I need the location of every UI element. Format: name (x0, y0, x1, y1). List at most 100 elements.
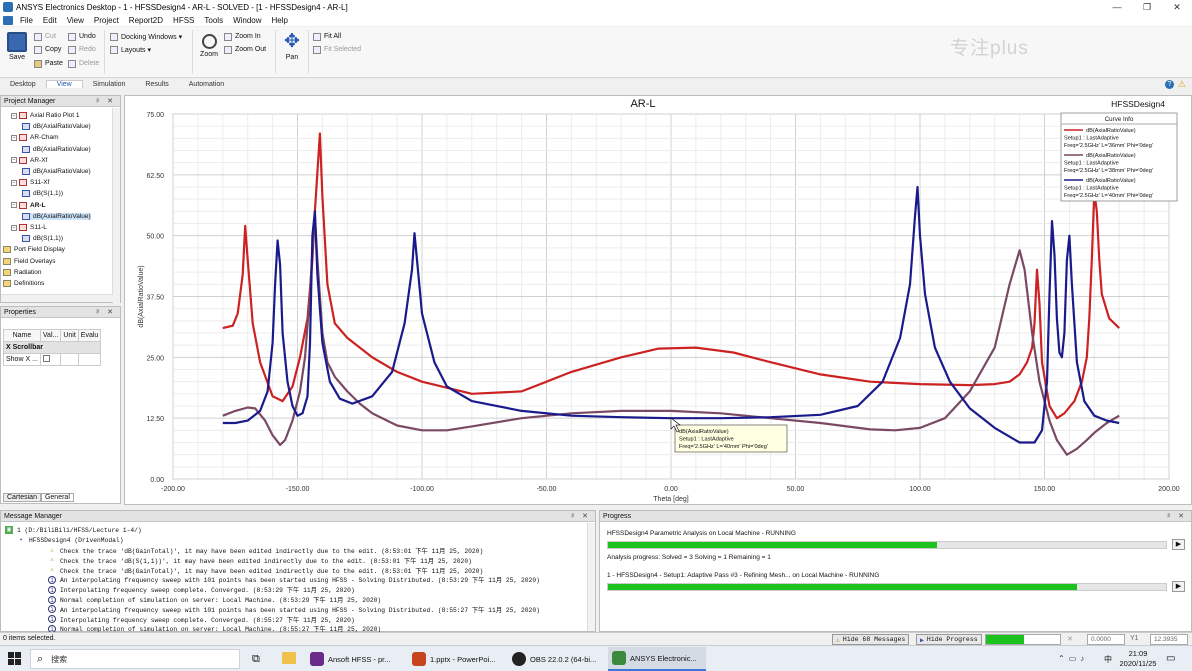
tree-item[interactable]: − S11-Xf (11, 179, 49, 187)
notification-icon[interactable]: ▭ (1166, 653, 1175, 664)
collapse-icon[interactable]: − (11, 112, 17, 119)
warning-message[interactable]: ⚠ Check the trace 'dB(GainTotal)', it may… (48, 546, 483, 556)
info-message[interactable]: i Interpolating frequency sweep complete.… (48, 615, 355, 624)
collapse-icon[interactable]: − (11, 224, 17, 231)
layouts-button[interactable]: Layouts ▾ (110, 44, 151, 55)
cut-button[interactable]: Cut (34, 31, 56, 42)
docking-windows-button[interactable]: Docking Windows ▾ (110, 31, 182, 42)
menu-tools[interactable]: Tools (199, 16, 228, 25)
menu-view[interactable]: View (62, 16, 89, 25)
info-message[interactable]: i Interpolating frequency sweep complete.… (48, 585, 355, 594)
warning-message[interactable]: ⚠ Check the trace 'dB(GainTotal)', it may… (48, 566, 483, 575)
tree-item[interactable]: dB(AxialRatioValue) (22, 145, 91, 153)
stop-icon[interactable]: ✕ (1067, 635, 1073, 643)
windows-start-icon[interactable] (8, 652, 22, 666)
pane-controls[interactable]: ᵖ ✕ (1168, 512, 1187, 520)
menu-edit[interactable]: Edit (38, 16, 62, 25)
tree-item[interactable]: dB(AxialRatioValue) (22, 212, 91, 220)
tree-item[interactable]: dB(S(1,1)) (22, 190, 63, 198)
job2-expand-button[interactable]: ▶ (1172, 581, 1185, 592)
collapse-icon[interactable]: − (11, 157, 17, 164)
tree-item[interactable]: dB(AxialRatioValue) (22, 123, 91, 131)
menu-window[interactable]: Window (228, 16, 266, 25)
zoom-in-button[interactable]: Zoom In (224, 31, 261, 42)
collapse-icon[interactable]: − (11, 202, 17, 209)
warning-message[interactable]: ⚠ Check the trace 'dB(S(1,1))', it may ha… (48, 556, 472, 565)
horizontal-scrollbar[interactable] (1, 294, 113, 302)
taskbar-app-powerpoint[interactable]: 1.pptx - PowerPoi... (408, 647, 506, 671)
hide-messages-button[interactable]: ⚠ Hide 68 Messages (832, 634, 910, 645)
message-scrollbar[interactable] (587, 523, 595, 631)
copy-button[interactable]: Copy (34, 44, 61, 55)
maximize-button[interactable]: ❐ (1132, 2, 1162, 13)
tree-item[interactable]: − Axial Ratio Plot 1 (11, 112, 80, 119)
tab-general[interactable]: General (40, 493, 74, 502)
tree-item[interactable]: − AR-Xf (11, 156, 47, 164)
tab-automation[interactable]: Automation (179, 81, 234, 88)
collapse-icon[interactable]: − (11, 179, 17, 186)
paste-button[interactable]: Paste (34, 58, 63, 69)
column-unit[interactable]: Unit (60, 329, 79, 342)
ar-l-chart[interactable]: -200.00 -150.00 -100.00 -50.00 0.00 50.00 100.… (125, 96, 1191, 504)
menu-report2d[interactable]: Report2D (124, 16, 168, 25)
pane-controls[interactable]: ᵖ ✕ (572, 512, 591, 520)
help-icon[interactable]: ? (1164, 79, 1174, 89)
taskbar-app-obs[interactable]: OBS 22.0.2 (64-bi... (508, 647, 606, 671)
warning-icon[interactable]: ⚠ (1178, 79, 1186, 90)
app-menu-icon[interactable] (3, 15, 13, 25)
menu-hfss[interactable]: HFSS (168, 16, 199, 25)
file-explorer-icon[interactable] (282, 652, 296, 664)
undo-button[interactable]: Undo (68, 31, 96, 42)
tab-view[interactable]: View (45, 80, 83, 88)
task-view-icon[interactable]: ⧉ (252, 653, 260, 666)
show-x-checkbox[interactable] (42, 355, 50, 362)
vertical-scrollbar[interactable] (112, 108, 120, 304)
message-tree-root[interactable]: ▣ 1 (D:/BiliBili/HFSS/Lecture 1-4/) (5, 526, 142, 534)
delete-button[interactable]: Delete (68, 58, 99, 69)
info-message[interactable]: i An interpolating frequency sweep with 1… (48, 575, 540, 584)
fit-selected-button[interactable]: Fit Selected (313, 44, 361, 55)
tree-item[interactable]: Definitions (3, 280, 44, 287)
column-evaluated[interactable]: Evalu (77, 329, 102, 342)
tree-item[interactable]: − AR-Cham (11, 134, 59, 142)
info-message[interactable]: i An interpolating frequency sweep with 1… (48, 605, 540, 614)
tree-item[interactable]: Port Field Display (3, 246, 65, 254)
menu-project[interactable]: Project (89, 16, 124, 25)
zoom-button[interactable]: Zoom (197, 32, 221, 58)
y-tick-label: 75.00 (146, 112, 164, 119)
tab-desktop[interactable]: Desktop (0, 81, 46, 88)
menu-help[interactable]: Help (267, 16, 293, 25)
tree-item[interactable]: dB(S(1,1)) (22, 235, 63, 243)
taskbar-app-ansys[interactable]: ANSYS Electronic... (608, 647, 706, 671)
taskbar-search-box[interactable]: ⌕ 搜索 (30, 649, 240, 669)
save-button[interactable]: Save (4, 32, 30, 61)
tree-item[interactable]: − AR-L (11, 201, 46, 209)
zoom-out-button[interactable]: Zoom Out (224, 44, 266, 55)
pan-button[interactable]: ✥ Pan (280, 32, 304, 62)
info-message[interactable]: i Normal completion of simulation on serv… (48, 595, 381, 604)
tree-item[interactable]: Radiation (3, 268, 41, 276)
tab-cartesian[interactable]: Cartesian (3, 493, 41, 502)
taskbar-app-hfss[interactable]: Ansoft HFSS - pr... (306, 647, 404, 671)
column-value[interactable]: Val... (39, 329, 62, 342)
tree-item[interactable]: − S11-L (11, 224, 47, 231)
collapse-icon[interactable]: − (11, 134, 17, 141)
pane-controls[interactable]: ᵖ ✕ (97, 308, 116, 316)
tab-results[interactable]: Results (135, 81, 178, 88)
pane-controls[interactable]: ᵖ ✕ (97, 97, 116, 105)
ime-indicator[interactable]: 中 (1104, 654, 1112, 665)
tab-simulation[interactable]: Simulation (83, 81, 136, 88)
message-tree-design[interactable]: ✦ HFSSDesign4 (DrivenModal) (17, 536, 123, 544)
menu-file[interactable]: File (15, 16, 38, 25)
fit-all-button[interactable]: Fit All (313, 31, 341, 42)
taskbar-clock[interactable]: 21:09 2020/11/25 (1118, 649, 1158, 669)
hide-progress-button[interactable]: ▶ Hide Progress (916, 634, 982, 645)
close-button[interactable]: ✕ (1162, 2, 1192, 13)
minimize-button[interactable]: — (1102, 2, 1132, 12)
column-name[interactable]: Name (3, 329, 41, 342)
system-tray-icons[interactable]: ⌃▭♪ (1058, 654, 1088, 663)
redo-button[interactable]: Redo (68, 44, 96, 55)
tree-item[interactable]: dB(AxialRatioValue) (22, 168, 91, 175)
tree-item[interactable]: Field Overlays (3, 257, 56, 265)
job1-expand-button[interactable]: ▶ (1172, 539, 1185, 550)
